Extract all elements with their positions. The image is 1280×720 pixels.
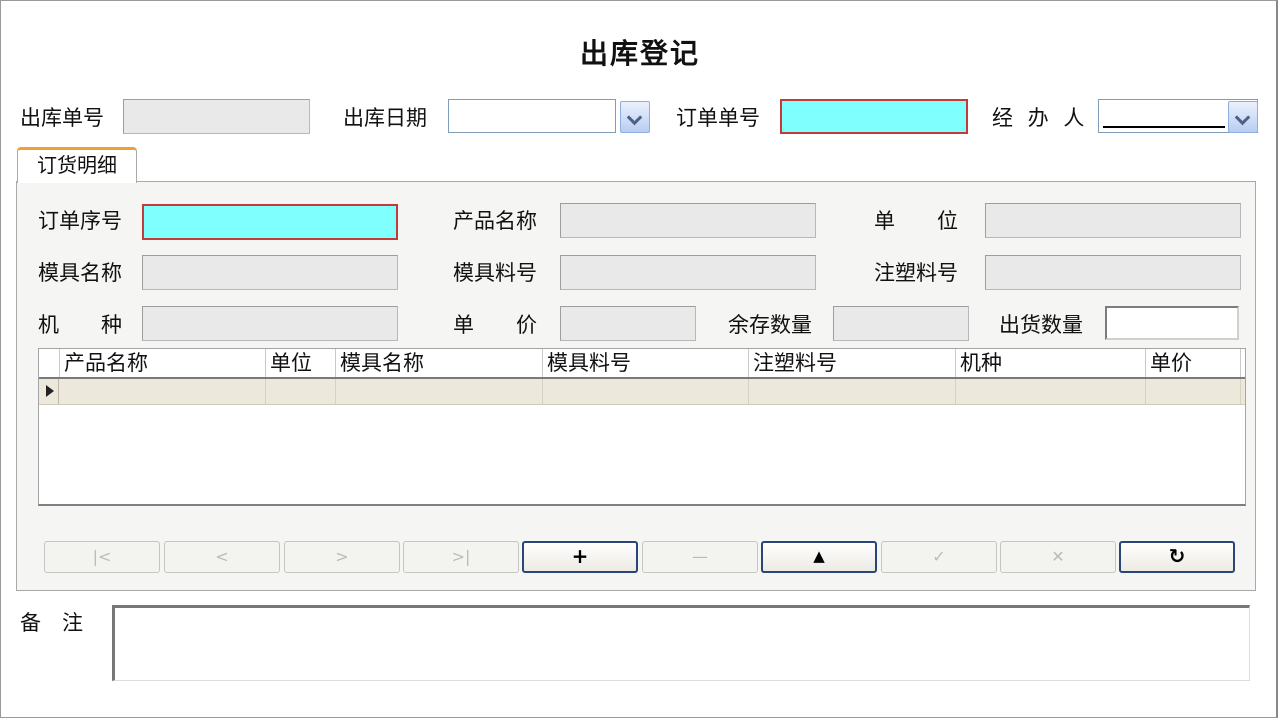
nav-cancel-button[interactable]: ✕ <box>1000 541 1116 573</box>
ship-qty-label: 出货数量 <box>999 313 1083 337</box>
out-date-label: 出库日期 <box>343 106 427 130</box>
out-date-dropdown-icon[interactable] <box>620 101 650 133</box>
mold-part-label: 模具料号 <box>453 261 537 285</box>
price-label: 单 价 <box>453 313 537 337</box>
grid-col-mold-part[interactable]: 模具料号 <box>543 349 749 377</box>
grid-col-price[interactable]: 单价 <box>1146 349 1241 377</box>
nav-prev-button[interactable]: < <box>164 541 280 573</box>
nav-add-button[interactable]: + <box>522 541 638 573</box>
grid-cell[interactable] <box>749 379 956 404</box>
out-date-input[interactable] <box>448 99 616 133</box>
order-no-input[interactable] <box>780 99 968 134</box>
product-name-field[interactable] <box>560 203 816 238</box>
out-no-field[interactable] <box>123 99 310 134</box>
machine-field[interactable] <box>142 306 398 341</box>
page-title: 出库登记 <box>579 37 700 70</box>
table-row[interactable] <box>39 379 1245 405</box>
grid-cell[interactable] <box>60 379 266 404</box>
nav-next-button[interactable]: > <box>284 541 400 573</box>
ship-qty-input[interactable] <box>1105 306 1239 340</box>
order-no-label: 订单单号 <box>676 106 760 130</box>
handler-label: 经 办 人 <box>992 106 1089 130</box>
nav-first-button[interactable]: |< <box>44 541 160 573</box>
grid-col-inject-part[interactable]: 注塑料号 <box>749 349 956 377</box>
grid-cell[interactable] <box>336 379 543 404</box>
row-indicator-icon <box>39 379 59 404</box>
inject-part-label: 注塑料号 <box>874 261 958 285</box>
grid-cell[interactable] <box>956 379 1146 404</box>
grid-cell[interactable] <box>266 379 336 404</box>
grid-col-product-name[interactable]: 产品名称 <box>60 349 266 377</box>
grid-header: 产品名称 单位 模具名称 模具料号 注塑料号 机种 单价 <box>39 349 1245 379</box>
nav-refresh-button[interactable]: ↻ <box>1119 541 1235 573</box>
stock-qty-field[interactable] <box>833 306 969 341</box>
mold-name-label: 模具名称 <box>38 261 122 285</box>
price-field[interactable] <box>560 306 696 341</box>
unit-field[interactable] <box>985 203 1241 238</box>
notes-textarea[interactable] <box>112 605 1250 681</box>
grid-col-machine[interactable]: 机种 <box>956 349 1146 377</box>
handler-underline <box>1103 126 1225 128</box>
handler-dropdown-icon[interactable] <box>1228 101 1258 133</box>
nav-post-button[interactable]: ✓ <box>881 541 997 573</box>
grid-col-mold-name[interactable]: 模具名称 <box>336 349 543 377</box>
inject-part-field[interactable] <box>985 255 1241 290</box>
mold-name-field[interactable] <box>142 255 398 290</box>
mold-part-field[interactable] <box>560 255 816 290</box>
nav-delete-button[interactable]: — <box>642 541 758 573</box>
product-name-label: 产品名称 <box>453 209 537 233</box>
grid-cell[interactable] <box>543 379 749 404</box>
grid-cell[interactable] <box>1146 379 1241 404</box>
out-no-label: 出库单号 <box>20 106 104 130</box>
grid-header-indicator <box>39 349 60 377</box>
order-seq-label: 订单序号 <box>38 209 122 233</box>
notes-label: 备 注 <box>20 611 83 635</box>
tab-order-detail[interactable]: 订货明细 <box>17 147 137 183</box>
order-seq-input[interactable] <box>142 204 398 240</box>
nav-last-button[interactable]: >| <box>403 541 519 573</box>
stock-qty-label: 余存数量 <box>728 313 812 337</box>
detail-grid[interactable]: 产品名称 单位 模具名称 模具料号 注塑料号 机种 单价 <box>38 348 1246 506</box>
nav-edit-button[interactable]: ▲ <box>761 541 877 573</box>
unit-label: 单 位 <box>874 209 958 233</box>
machine-label: 机 种 <box>38 313 122 337</box>
grid-col-unit[interactable]: 单位 <box>266 349 336 377</box>
